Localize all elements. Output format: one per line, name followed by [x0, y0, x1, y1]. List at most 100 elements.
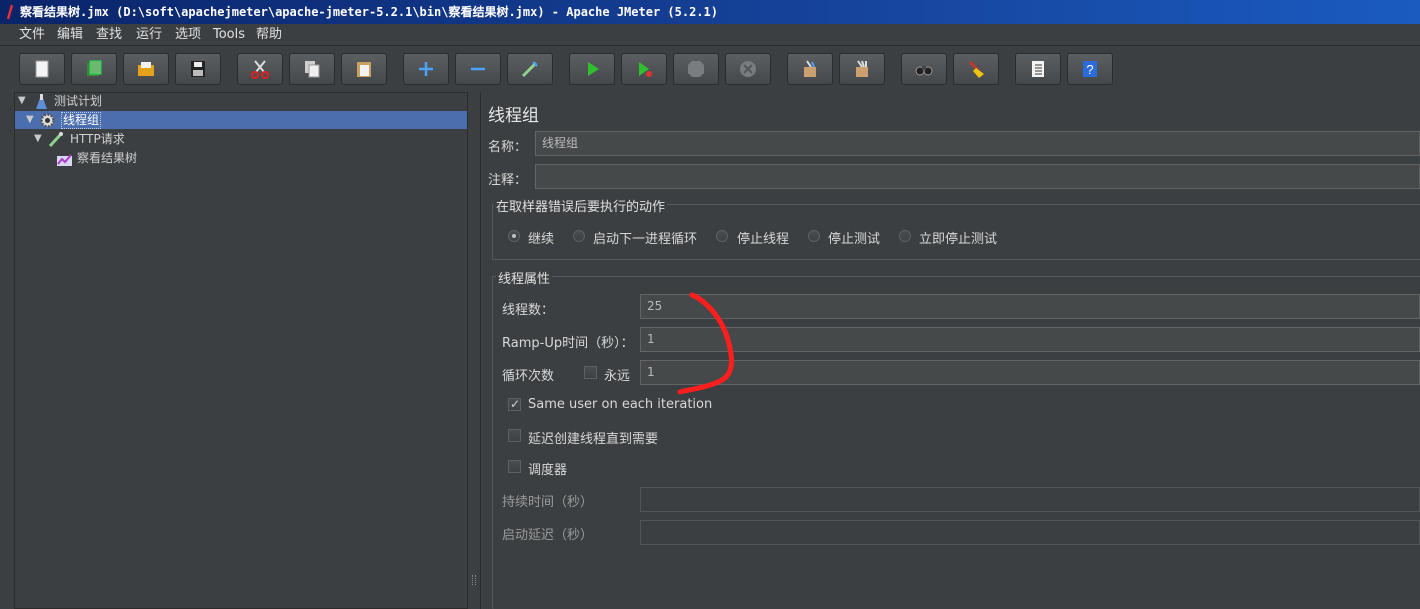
copy-icon — [305, 61, 320, 78]
delay-thread-creation-label[interactable]: 延迟创建线程直到需要 — [528, 428, 658, 447]
comment-field[interactable] — [535, 164, 1420, 189]
sampler-pipette-icon — [48, 132, 63, 148]
paste-button[interactable] — [341, 53, 387, 85]
radio-continue[interactable] — [508, 230, 520, 242]
checkmark-icon: ✓ — [510, 397, 521, 411]
expand-all-button[interactable] — [403, 53, 449, 85]
tree-node-label: HTTP请求 — [70, 132, 125, 146]
radio-stop-thread-label[interactable]: 停止线程 — [737, 228, 789, 247]
forever-checkbox[interactable] — [584, 366, 597, 379]
stop-icon — [688, 61, 704, 77]
clear-all-icon — [856, 60, 868, 77]
new-button[interactable] — [19, 53, 65, 85]
radio-stop-test[interactable] — [808, 230, 820, 242]
expand-arrow-icon[interactable]: ▼ — [18, 96, 28, 106]
expand-arrow-icon[interactable]: ▼ — [34, 134, 44, 144]
search-button[interactable] — [901, 53, 947, 85]
window-title-bar: 察看结果树.jmx (D:\soft\apachejmeter\apache-j… — [0, 0, 1420, 24]
jmeter-feather-icon — [6, 4, 14, 20]
function-helper-icon — [1032, 61, 1044, 77]
menu-options[interactable]: 选项 — [175, 26, 201, 44]
radio-stop-test-now-label[interactable]: 立即停止测试 — [919, 228, 997, 247]
rampup-field[interactable]: 1 — [640, 327, 1420, 352]
duration-label: 持续时间（秒） — [502, 495, 594, 510]
error-action-title: 在取样器错误后要执行的动作 — [494, 196, 668, 215]
splitter-grip[interactable] — [472, 575, 476, 585]
reset-search-button[interactable] — [953, 53, 999, 85]
cut-icon — [251, 60, 269, 79]
expand-arrow-icon[interactable]: ▼ — [26, 115, 36, 125]
start-no-pause-icon — [639, 62, 652, 77]
scheduler-label[interactable]: 调度器 — [528, 459, 567, 478]
menu-search[interactable]: 查找 — [96, 26, 122, 44]
templates-button[interactable] — [71, 53, 117, 85]
help-icon: ? — [1083, 61, 1097, 77]
loop-count-field[interactable]: 1 — [640, 360, 1420, 385]
startup-delay-field[interactable] — [640, 520, 1420, 545]
paste-icon — [357, 62, 371, 77]
menu-tools[interactable]: Tools — [213, 26, 245, 44]
clear-button[interactable] — [787, 53, 833, 85]
radio-start-next-loop[interactable] — [573, 230, 585, 242]
toggle-button[interactable] — [507, 53, 553, 85]
clear-icon — [804, 60, 816, 77]
tree-node-test-plan[interactable]: ▼ 测试计划 — [18, 92, 218, 110]
comment-label: 注释： — [488, 173, 528, 188]
menu-file[interactable]: 文件 — [19, 26, 45, 44]
radio-start-next-loop-label[interactable]: 启动下一进程循环 — [593, 228, 697, 247]
delay-thread-creation-checkbox[interactable] — [508, 429, 521, 442]
radio-stop-thread[interactable] — [716, 230, 728, 242]
radio-continue-label[interactable]: 继续 — [528, 228, 554, 247]
clear-all-button[interactable] — [839, 53, 885, 85]
radio-stop-test-label[interactable]: 停止测试 — [828, 228, 880, 247]
search-icon — [915, 66, 933, 76]
tree-node-thread-group[interactable]: ▼ 线程组 — [26, 111, 226, 129]
stop-button[interactable] — [673, 53, 719, 85]
tree-node-label: 察看结果树 — [77, 151, 138, 165]
duration-field[interactable] — [640, 487, 1420, 512]
tree-node-http-request[interactable]: ▼ HTTP请求 — [34, 130, 234, 148]
cut-button[interactable] — [237, 53, 283, 85]
menu-run[interactable]: 运行 — [136, 26, 162, 44]
tree-node-view-results-tree[interactable]: 察看结果树 — [56, 149, 256, 167]
function-helper-button[interactable] — [1015, 53, 1061, 85]
gear-icon — [40, 113, 55, 128]
tree-node-label: 线程组 — [61, 112, 102, 129]
rampup-label: Ramp-Up时间（秒）： — [502, 336, 634, 351]
menu-help[interactable]: 帮助 — [256, 26, 282, 44]
templates-icon — [87, 60, 102, 76]
listener-chart-icon — [57, 154, 72, 166]
copy-button[interactable] — [289, 53, 335, 85]
same-user-checkbox[interactable]: ✓ — [508, 397, 521, 411]
save-button[interactable] — [175, 53, 221, 85]
open-icon — [138, 62, 154, 76]
svg-text:?: ? — [1086, 62, 1093, 77]
menu-edit[interactable]: 编辑 — [57, 26, 83, 44]
start-button[interactable] — [569, 53, 615, 85]
start-no-pause-button[interactable] — [621, 53, 667, 85]
shutdown-icon — [740, 61, 756, 77]
collapse-all-button[interactable] — [455, 53, 501, 85]
tree-node-label: 测试计划 — [54, 94, 103, 108]
threads-label: 线程数： — [502, 303, 555, 318]
shutdown-button[interactable] — [725, 53, 771, 85]
name-field[interactable]: 线程组 — [535, 131, 1420, 156]
pane-splitter[interactable] — [468, 92, 480, 609]
expand-icon — [419, 62, 433, 76]
forever-label[interactable]: 永远 — [604, 365, 630, 384]
threads-field[interactable]: 25 — [640, 294, 1420, 319]
radio-stop-test-now[interactable] — [899, 230, 911, 242]
test-plan-icon — [36, 94, 47, 109]
collapse-icon — [471, 67, 485, 71]
toolbar: ? — [0, 46, 1420, 92]
same-user-label[interactable]: Same user on each iteration — [528, 397, 712, 412]
start-icon — [588, 62, 599, 76]
test-plan-tree — [14, 92, 468, 609]
help-button[interactable]: ? — [1067, 53, 1113, 85]
scheduler-checkbox[interactable] — [508, 460, 521, 473]
toggle-icon — [521, 61, 538, 78]
menu-bar: 文件 编辑 查找 运行 选项 Tools 帮助 — [0, 24, 1420, 46]
save-icon — [191, 61, 205, 77]
open-button[interactable] — [123, 53, 169, 85]
panel-title: 线程组 — [488, 106, 539, 126]
